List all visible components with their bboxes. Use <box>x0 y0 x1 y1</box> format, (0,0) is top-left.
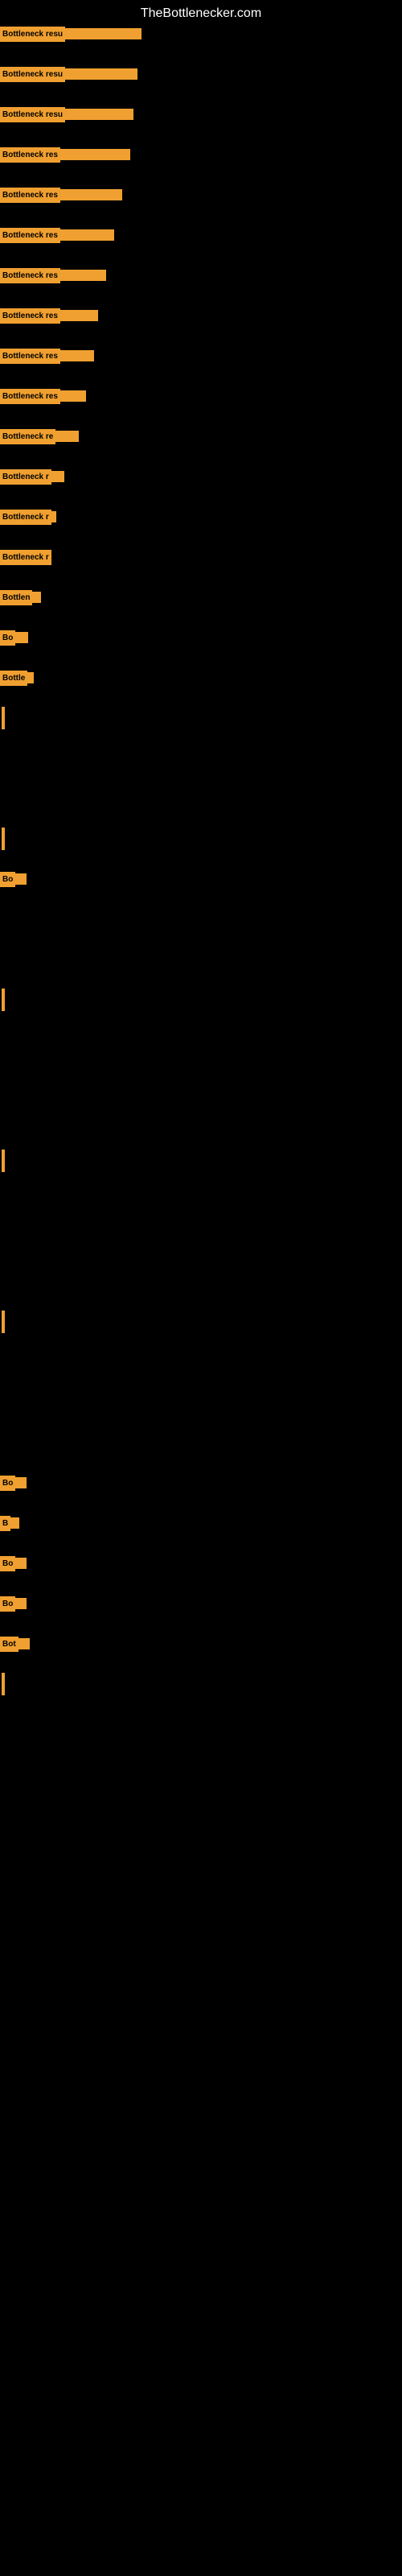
bar-badge-19: Bo <box>0 872 15 887</box>
bar-row-14: Bottlen <box>0 586 41 609</box>
bar-badge-3: Bottleneck res <box>0 147 60 163</box>
bar-row-26: Bo <box>0 1592 27 1615</box>
bar-badge-6: Bottleneck res <box>0 268 60 283</box>
bar-row-8: Bottleneck res <box>0 345 94 367</box>
bar-badge-2: Bottleneck resu <box>0 107 65 122</box>
bar-row-0: Bottleneck resu <box>0 23 142 45</box>
bar-row-6: Bottleneck res <box>0 264 106 287</box>
bar-row-22 <box>0 1311 5 1333</box>
bar-badge-0: Bottleneck resu <box>0 27 65 42</box>
bar-row-13: Bottleneck r <box>0 546 51 568</box>
bar-row-20 <box>0 989 5 1011</box>
bar-row-10: Bottleneck re <box>0 425 79 448</box>
page-container: TheBottlenecker.com Bottleneck resuBottl… <box>0 0 402 2576</box>
bar-row-11: Bottleneck r <box>0 465 64 488</box>
bar-badge-1: Bottleneck resu <box>0 67 65 82</box>
bar-row-17 <box>0 707 5 729</box>
bar-badge-9: Bottleneck res <box>0 389 60 404</box>
bar-row-19: Bo <box>0 868 27 890</box>
bar-badge-14: Bottlen <box>0 590 32 605</box>
bar-row-5: Bottleneck res <box>0 224 114 246</box>
bar-badge-15: Bo <box>0 630 15 646</box>
bar-row-12: Bottleneck r <box>0 506 56 528</box>
bar-row-28 <box>0 1673 5 1695</box>
bar-badge-24: B <box>0 1516 10 1531</box>
bar-row-16: Bottle <box>0 667 34 689</box>
bar-badge-10: Bottleneck re <box>0 429 55 444</box>
bar-badge-4: Bottleneck res <box>0 188 60 203</box>
bar-badge-16: Bottle <box>0 671 27 686</box>
bar-row-2: Bottleneck resu <box>0 103 133 126</box>
bar-badge-8: Bottleneck res <box>0 349 60 364</box>
bar-row-1: Bottleneck resu <box>0 63 137 85</box>
bar-row-4: Bottleneck res <box>0 184 122 206</box>
bar-row-15: Bo <box>0 626 28 649</box>
bar-row-24: B <box>0 1512 19 1534</box>
bar-row-25: Bo <box>0 1552 27 1575</box>
bar-badge-7: Bottleneck res <box>0 308 60 324</box>
bar-row-3: Bottleneck res <box>0 143 130 166</box>
bar-badge-26: Bo <box>0 1596 15 1612</box>
bar-badge-13: Bottleneck r <box>0 550 51 565</box>
bar-badge-27: Bot <box>0 1637 18 1652</box>
bar-row-9: Bottleneck res <box>0 385 86 407</box>
bar-row-21 <box>0 1150 5 1172</box>
bar-badge-23: Bo <box>0 1476 15 1491</box>
bar-badge-5: Bottleneck res <box>0 228 60 243</box>
bar-row-7: Bottleneck res <box>0 304 98 327</box>
bar-row-27: Bot <box>0 1633 30 1655</box>
bar-row-18 <box>0 828 5 850</box>
bar-badge-12: Bottleneck r <box>0 510 51 525</box>
bar-badge-11: Bottleneck r <box>0 469 51 485</box>
bar-badge-25: Bo <box>0 1556 15 1571</box>
bar-row-23: Bo <box>0 1472 27 1494</box>
